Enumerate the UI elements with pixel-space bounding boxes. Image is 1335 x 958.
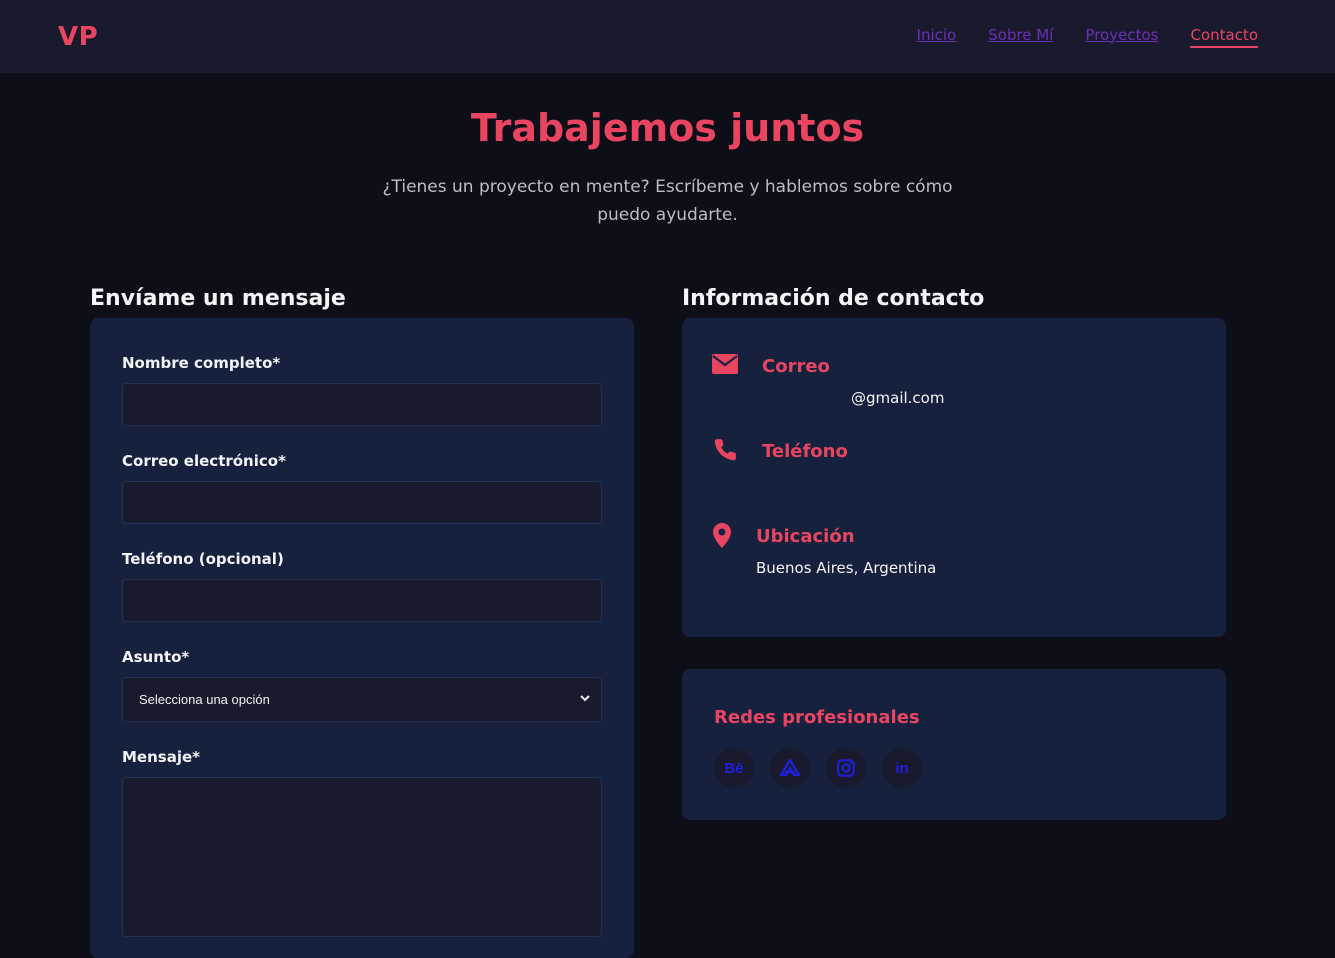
email-title: Correo — [762, 356, 830, 377]
nav-link-contacto[interactable]: Contacto — [1190, 26, 1258, 48]
subject-select-value: Selecciona una opción — [139, 692, 270, 707]
social-icons: Bē in — [714, 748, 922, 788]
nav-link-proyectos[interactable]: Proyectos — [1085, 26, 1158, 48]
chevron-down-icon — [579, 692, 591, 707]
nav-links: Inicio Sobre Mí Proyectos Contacto — [917, 26, 1258, 48]
subject-label: Asunto* — [122, 648, 190, 666]
email-value[interactable]: @gmail.com — [851, 389, 944, 407]
message-textarea[interactable] — [122, 777, 602, 937]
linkedin-icon[interactable]: in — [882, 748, 922, 788]
contact-heading: Información de contacto — [682, 286, 985, 311]
logo[interactable]: VP — [58, 22, 98, 52]
contact-info-card: Correo @gmail.com Teléfono Ubicación Bue… — [682, 318, 1226, 637]
map-pin-icon — [713, 523, 731, 552]
subject-select[interactable]: Selecciona una opción — [122, 677, 602, 722]
name-label: Nombre completo* — [122, 354, 281, 372]
instagram-icon[interactable] — [826, 748, 866, 788]
navbar: VP Inicio Sobre Mí Proyectos Contacto — [0, 0, 1335, 73]
page-title: Trabajemos juntos — [470, 106, 865, 150]
form-heading: Envíame un mensaje — [90, 286, 346, 311]
page-subtitle: ¿Tienes un proyecto en mente? Escríbeme … — [382, 177, 953, 225]
nav-link-sobre-mi[interactable]: Sobre Mí — [988, 26, 1053, 48]
message-label: Mensaje* — [122, 748, 200, 766]
behance-icon[interactable]: Bē — [714, 748, 754, 788]
social-card: Redes profesionales Bē in — [682, 669, 1226, 820]
nav-link-inicio[interactable]: Inicio — [917, 26, 957, 48]
social-heading: Redes profesionales — [714, 707, 920, 728]
envelope-icon — [712, 354, 738, 378]
hero: Trabajemos juntos ¿Tienes un proyecto en… — [0, 109, 1335, 229]
location-title: Ubicación — [756, 526, 855, 547]
phone-title: Teléfono — [762, 441, 848, 462]
email-label: Correo electrónico* — [122, 452, 286, 470]
location-value: Buenos Aires, Argentina — [756, 559, 937, 577]
name-input[interactable] — [122, 383, 602, 426]
phone-icon — [713, 437, 738, 466]
contact-form: Nombre completo* Correo electrónico* Tel… — [90, 318, 634, 958]
artstation-icon[interactable] — [770, 748, 810, 788]
phone-input[interactable] — [122, 579, 602, 622]
email-input[interactable] — [122, 481, 602, 524]
phone-label: Teléfono (opcional) — [122, 550, 284, 568]
